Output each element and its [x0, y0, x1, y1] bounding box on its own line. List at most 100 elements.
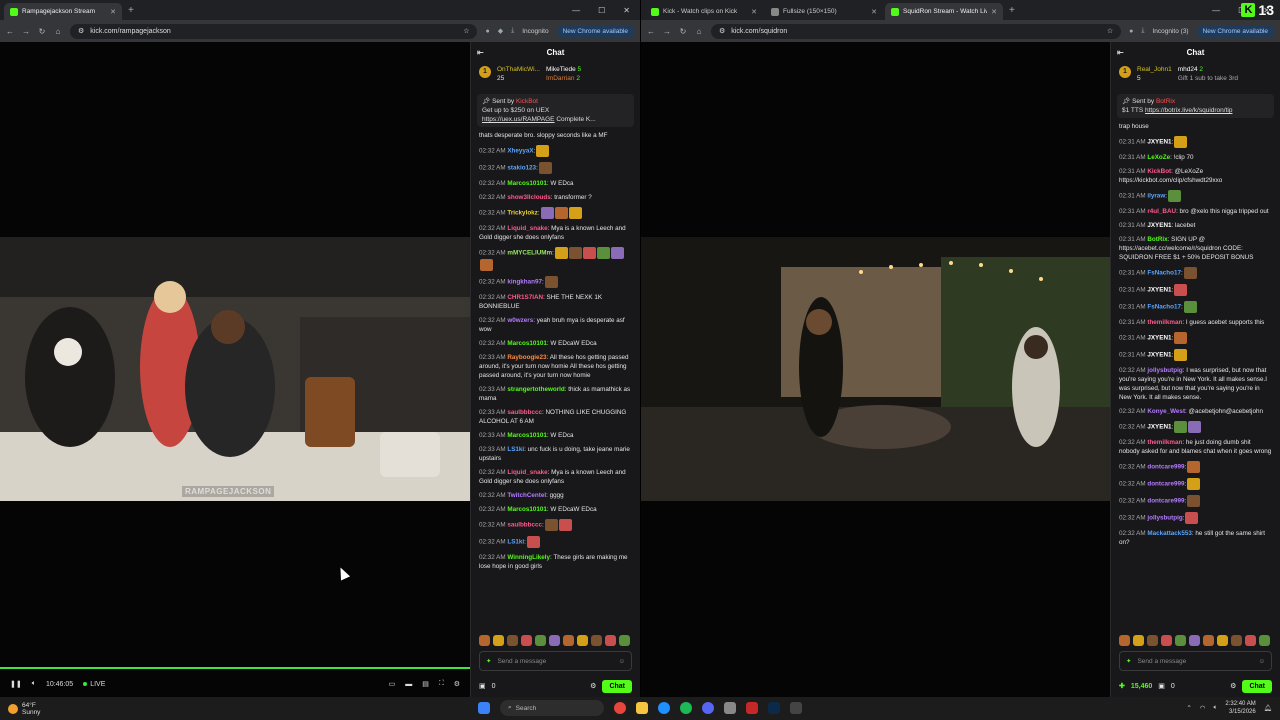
message-username[interactable]: Mackattack553	[1147, 530, 1191, 537]
back-icon[interactable]: ←	[6, 27, 14, 36]
chat-send-button[interactable]: Chat	[1242, 679, 1272, 693]
emote-icon[interactable]	[507, 634, 518, 646]
tab-2[interactable]: SquidRon Stream - Watch Live ✕	[885, 3, 1003, 20]
wifi-icon[interactable]: ◠	[1200, 704, 1206, 712]
sparkle-icon[interactable]: ✦	[1126, 657, 1131, 665]
new-tab-icon[interactable]: +	[124, 5, 138, 16]
collapse-chat-icon[interactable]: ⇤	[1117, 48, 1124, 57]
message-username[interactable]: dontcare999	[1147, 464, 1184, 471]
minimize-icon[interactable]: —	[572, 6, 580, 15]
chat-message[interactable]: 02:32 AM stakio123:	[479, 162, 632, 174]
extension-icon[interactable]: ●	[1129, 28, 1133, 35]
message-username[interactable]: Marcos10101	[507, 506, 547, 513]
chat-settings-icon[interactable]: ⚙	[590, 682, 596, 690]
chat-messages[interactable]: thats desperate bro. sloppy seconds like…	[471, 129, 640, 633]
video-player[interactable]: RAMPAGEJACKSON ❚❚ 🔈︎ 10:46:05 LIVE ▭ ▬ ▤…	[0, 42, 470, 697]
chat-message[interactable]: 02:32 AM TwitchCentel: gggg	[479, 491, 632, 500]
message-username[interactable]: Liquid_snake	[507, 225, 547, 232]
emote-icon[interactable]	[563, 634, 574, 646]
message-username[interactable]: ilyraw	[1147, 193, 1165, 200]
chat-message[interactable]: 02:32 AM Mackattack553: he still got the…	[1119, 529, 1272, 547]
message-username[interactable]: CHR1S7IAN	[507, 294, 543, 301]
chat-message[interactable]: 02:33 AM strangertotheworld: thick as ma…	[479, 385, 632, 403]
message-username[interactable]: themilkman	[1147, 439, 1182, 446]
forward-icon[interactable]: →	[663, 27, 671, 36]
chat-message[interactable]: 02:32 AM dontcare999:	[1119, 478, 1272, 490]
taskbar-search[interactable]: ⌕ Search	[500, 700, 604, 716]
video-player[interactable]	[641, 42, 1110, 697]
fullscreen-icon[interactable]: ⛶	[439, 680, 444, 688]
kicks-icon[interactable]: ✚	[1119, 682, 1125, 690]
message-username[interactable]: WinningLikely	[507, 554, 550, 561]
chat-message[interactable]: 02:31 AM r4ul_BAU: bro @xelo this nigga …	[1119, 207, 1272, 216]
weather-widget[interactable]: 64°F Sunny	[8, 702, 40, 716]
settings-gear-icon[interactable]: ⚙	[454, 680, 460, 688]
message-username[interactable]: mMYCELIUMm	[507, 250, 552, 257]
close-tab-icon[interactable]: ✕	[751, 8, 757, 16]
close-tab-icon[interactable]: ✕	[110, 8, 116, 16]
extension-icon[interactable]: ◆	[498, 27, 503, 35]
message-username[interactable]: Rayboogie23	[507, 354, 546, 361]
emote-icon[interactable]	[1147, 634, 1158, 646]
emote-icon[interactable]	[479, 634, 490, 646]
message-username[interactable]: JXYEN1	[1147, 352, 1171, 359]
chat-message[interactable]: 02:31 AM JXYEN1:	[1119, 136, 1272, 148]
message-username[interactable]: dontcare999	[1147, 498, 1184, 505]
message-username[interactable]: r4ul_BAU	[1147, 208, 1176, 215]
message-username[interactable]: dontcare999	[1147, 481, 1184, 488]
pinned-link[interactable]: https://uex.us/RAMPAGE	[482, 116, 555, 123]
chat-message[interactable]: 02:31 AM JXYEN1:	[1119, 284, 1272, 296]
pinned-message[interactable]: 📌︎ Sent by KickBot Get up to $250 on UEX…	[477, 94, 634, 127]
maximize-icon[interactable]: ☐	[598, 6, 605, 15]
chat-message[interactable]: 02:31 AM LeXoZe: !clip 70	[1119, 153, 1272, 162]
file-explorer-icon[interactable]	[636, 702, 648, 714]
url-field[interactable]: ⚙ kick.com/rampagejackson ☆	[70, 23, 478, 39]
reload-icon[interactable]: ↻	[38, 27, 46, 36]
url-field[interactable]: ⚙ kick.com/squidron ☆	[711, 23, 1122, 39]
extension-icon[interactable]: ●	[485, 28, 489, 35]
chat-message[interactable]: 02:32 AM dontcare999:	[1119, 461, 1272, 473]
site-info-icon[interactable]: ⚙	[719, 27, 725, 35]
sent-by-user[interactable]: KickBot	[516, 98, 538, 105]
minimize-icon[interactable]: —	[1212, 6, 1220, 15]
close-tab-icon[interactable]: ✕	[871, 8, 877, 16]
message-username[interactable]: Liquid_snake	[507, 469, 547, 476]
chat-message[interactable]: 02:32 AM Liquid_snake: Mya is a known Le…	[479, 468, 632, 486]
message-username[interactable]: themilkman	[1147, 319, 1182, 326]
chat-message[interactable]: 02:33 AM LS1ki: unc fuck is u doing, tak…	[479, 445, 632, 463]
miniplayer-icon[interactable]: ▤	[422, 680, 429, 688]
message-username[interactable]: w0wzers	[507, 317, 533, 324]
message-username[interactable]: kingkhan97	[507, 279, 542, 286]
message-username[interactable]: LS1ki	[507, 539, 524, 546]
message-username[interactable]: strangertotheworld	[507, 386, 564, 393]
chat-message[interactable]: 02:32 AM Marcos10101: W EDcaW EDca	[479, 339, 632, 348]
message-username[interactable]: JXYEN1	[1147, 222, 1171, 229]
message-username[interactable]: LeXoZe	[1147, 154, 1170, 161]
chat-message[interactable]: 02:32 AM jollysbutpig:	[1119, 512, 1272, 524]
chat-message[interactable]: 02:31 AM themilkman: I guess acebet supp…	[1119, 318, 1272, 327]
message-username[interactable]: JXYEN1	[1147, 287, 1171, 294]
close-window-icon[interactable]: ✕	[623, 6, 630, 15]
volume-icon[interactable]: 🔈︎	[32, 680, 36, 688]
chat-message[interactable]: thats desperate bro. sloppy seconds like…	[479, 131, 632, 140]
sparkle-icon[interactable]: ✦	[486, 657, 491, 665]
message-username[interactable]: FsNacho17	[1147, 270, 1181, 277]
chat-message[interactable]: 02:32 AM jollysbutpig: I was surprised, …	[1119, 366, 1272, 402]
theater-icon[interactable]: ▬	[405, 681, 412, 688]
site-info-icon[interactable]: ⚙	[78, 27, 84, 35]
chat-input[interactable]: ✦ Send a message ☺	[479, 651, 632, 671]
incognito-label[interactable]: Incognito (3)	[1152, 28, 1188, 35]
chat-input[interactable]: ✦ Send a message ☺	[1119, 651, 1272, 671]
emote-icon[interactable]	[1203, 634, 1214, 646]
chat-messages[interactable]: trap house 02:31 AM JXYEN1: 02:31 AM LeXoZ…	[1111, 120, 1280, 633]
emote-icon[interactable]	[535, 634, 546, 646]
pause-icon[interactable]: ❚❚	[10, 680, 22, 688]
pip-icon[interactable]: ▭	[389, 680, 396, 688]
download-icon[interactable]: ⤓	[1141, 27, 1144, 35]
spotify-icon[interactable]	[680, 702, 692, 714]
emote-icon[interactable]	[577, 634, 588, 646]
download-icon[interactable]: ⤓	[511, 27, 514, 35]
forward-icon[interactable]: →	[22, 27, 30, 36]
home-icon[interactable]: ⌂	[695, 27, 703, 36]
message-username[interactable]: Marcos10101	[507, 432, 547, 439]
